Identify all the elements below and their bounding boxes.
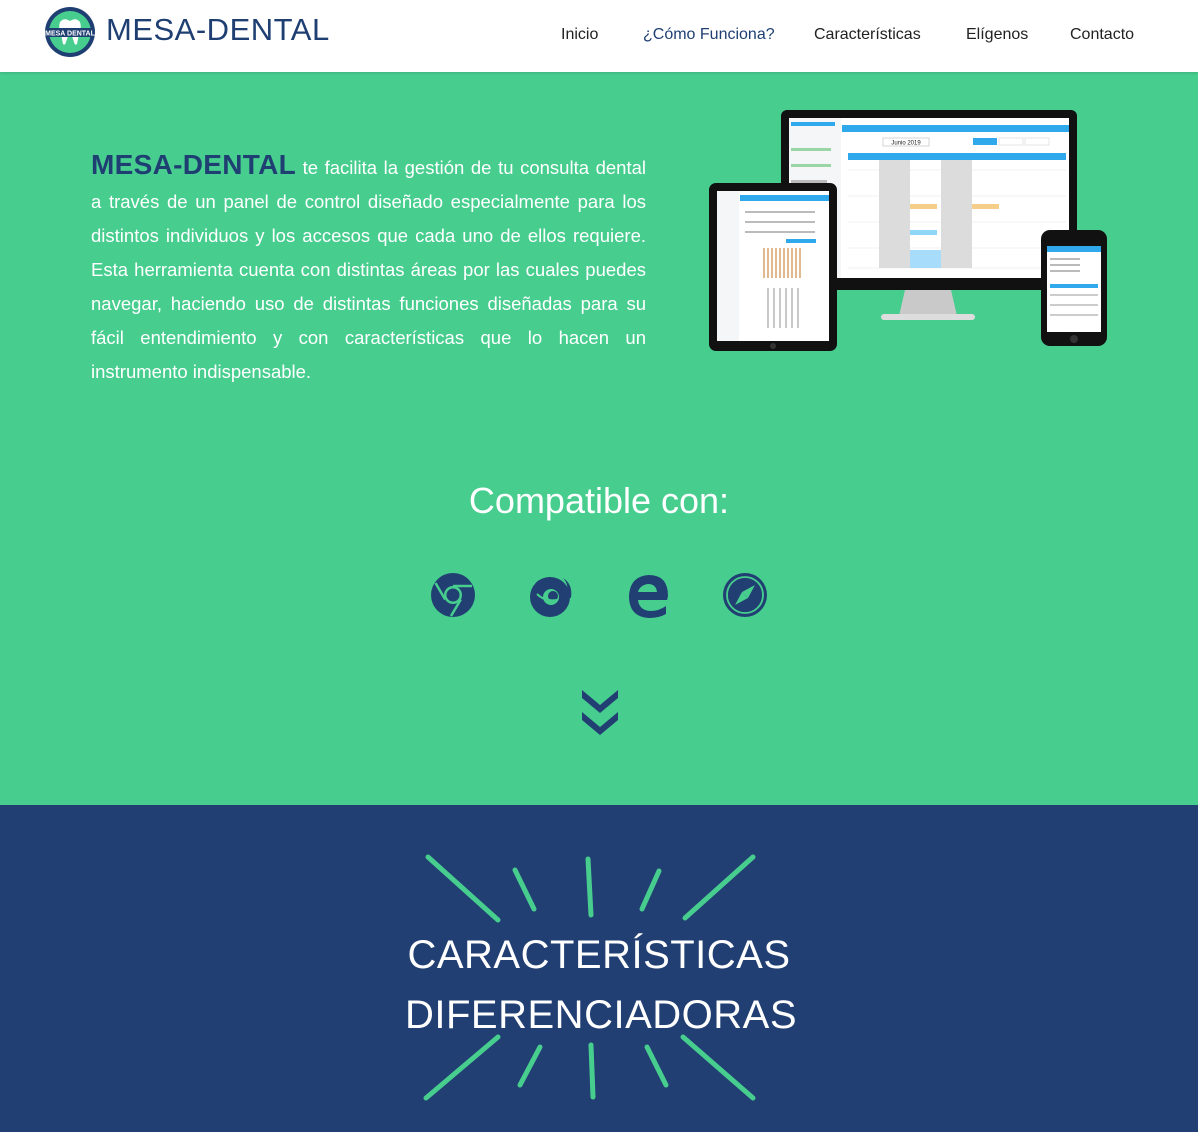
intro-paragraph: MESA-DENTAL te facilita la gestión de tu… (91, 148, 646, 389)
chrome-icon (431, 573, 475, 617)
intro-highlight: MESA-DENTAL (91, 149, 296, 180)
features-title-line1: CARACTERÍSTICAS (407, 933, 791, 977)
intro-text: te facilita la gestión de tu consulta de… (91, 157, 646, 382)
logo-icon[interactable]: MESA DENTAL (44, 6, 96, 58)
brand-name[interactable]: MESA-DENTAL (106, 12, 330, 48)
calendar-month-label: Junio 2019 (891, 141, 921, 147)
nav-como-funciona[interactable]: ¿Cómo Funciona? (643, 26, 775, 44)
features-title-line2: DIFERENCIADORAS (405, 993, 797, 1037)
nav-contacto[interactable]: Contacto (1070, 26, 1134, 44)
compatible-title: Compatible con: (468, 480, 730, 521)
site-header: MESA DENTAL MESA-DENTAL Inicio ¿Cómo Fun… (0, 0, 1198, 72)
hero-section: MESA-DENTAL te facilita la gestión de tu… (0, 72, 1198, 805)
devices-mockup-image: Junio 2019 (709, 110, 1107, 351)
edge-icon (629, 575, 668, 618)
safari-icon (723, 573, 767, 617)
firefox-icon (530, 577, 572, 617)
nav-eligenos[interactable]: Elígenos (966, 26, 1028, 44)
scroll-down-chevrons-icon[interactable] (577, 686, 623, 740)
features-section: CARACTERÍSTICAS DIFERENCIADORAS (0, 805, 1198, 1132)
nav-caracteristicas[interactable]: Características (814, 26, 921, 44)
logo-text: MESA DENTAL (45, 31, 96, 38)
nav-inicio[interactable]: Inicio (561, 26, 598, 44)
